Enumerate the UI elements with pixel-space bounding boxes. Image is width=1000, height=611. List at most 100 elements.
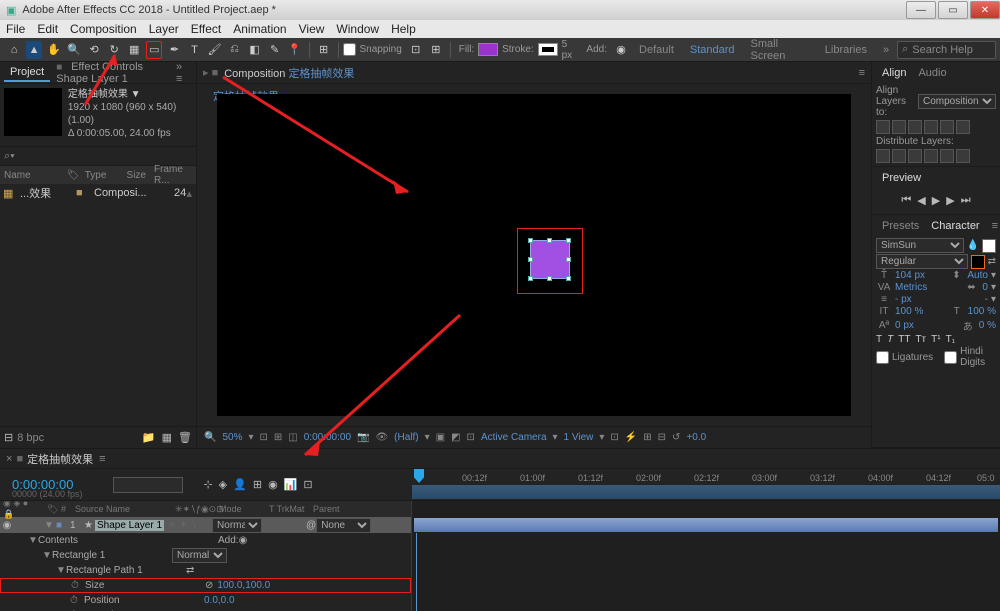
align-bottom-icon[interactable]	[956, 120, 970, 134]
superscript-button[interactable]: T¹	[931, 334, 940, 345]
tab-preview[interactable]: Preview	[876, 170, 927, 186]
reset-exp-icon[interactable]: ↺	[672, 432, 680, 443]
tab-audio[interactable]: Audio	[912, 65, 952, 81]
3d-view-icon[interactable]: ⊡	[467, 432, 475, 443]
composition-viewer[interactable]: 定格抽帧效果	[197, 84, 871, 426]
col-tag-icon[interactable]: 🏷	[63, 170, 81, 181]
leading[interactable]: Auto	[967, 270, 988, 281]
mask-icon[interactable]: ◫	[288, 432, 297, 443]
snapping-checkbox[interactable]	[343, 43, 356, 56]
dist-4[interactable]	[924, 149, 938, 163]
layer-row-1[interactable]: ◉ ▼ ■ 1 ★ Shape Layer 1 ✳ ✶ ∖ Normal @ N…	[0, 517, 411, 533]
snap-edge-icon[interactable]: ⊡	[408, 41, 424, 59]
tracking[interactable]: 0	[982, 282, 988, 293]
kerning[interactable]: Metrics	[895, 282, 927, 293]
col-parent[interactable]: Parent	[310, 504, 343, 514]
comp-flow-icon[interactable]: ⊟	[658, 432, 666, 443]
char-stroke[interactable]: - px	[895, 294, 912, 305]
handle-bl[interactable]	[528, 276, 533, 281]
current-time[interactable]: 0:00:00:00	[304, 432, 351, 443]
stroke-swatch[interactable]	[538, 43, 558, 56]
selection-tool[interactable]: ▲	[26, 41, 42, 59]
parent-pickwhip-icon[interactable]: @	[306, 520, 316, 531]
project-item[interactable]: ▦ ...效果 ■ Composi... 24 ▴	[0, 184, 196, 202]
contents-group[interactable]: Contents	[38, 535, 158, 546]
view-layout-dropdown[interactable]: 1 View	[564, 432, 594, 443]
workspace-default[interactable]: Default	[631, 42, 682, 58]
handle-br[interactable]	[566, 276, 571, 281]
handle-tr[interactable]	[566, 238, 571, 243]
workspace-standard[interactable]: Standard	[682, 42, 743, 58]
search-help-input[interactable]: ⌕ Search Help	[897, 41, 996, 59]
col-name[interactable]: Name	[0, 170, 63, 181]
add-shape-icon[interactable]: ◉	[613, 41, 629, 59]
play-icon[interactable]: ▶	[932, 194, 940, 207]
timeline-tab[interactable]: 定格抽帧效果	[27, 451, 93, 467]
swap-icon[interactable]: ⇄	[988, 256, 996, 267]
menu-composition[interactable]: Composition	[70, 22, 137, 36]
font-size[interactable]: 104 px	[895, 270, 925, 281]
show-snapshot-icon[interactable]: 👁	[375, 432, 388, 443]
dist-3[interactable]	[908, 149, 922, 163]
tab-effect-controls[interactable]: ■ Effect Controls Shape Layer 1	[50, 59, 170, 87]
ligatures-checkbox[interactable]	[876, 351, 889, 364]
search-icon[interactable]: ⌕▾	[4, 150, 15, 163]
roto-tool[interactable]: ✎	[267, 41, 283, 59]
fast-preview-icon[interactable]: ⚡	[625, 432, 637, 443]
hindi-checkbox[interactable]	[944, 351, 957, 364]
clone-tool[interactable]: ⎌	[227, 41, 243, 59]
timeline-tracks[interactable]	[412, 501, 1000, 611]
visibility-toggle[interactable]: ◉	[0, 520, 14, 531]
delete-icon[interactable]: 🗑	[178, 431, 192, 444]
align-right-icon[interactable]	[908, 120, 922, 134]
panel-menu-icon[interactable]: ≡	[859, 67, 865, 79]
last-frame-icon[interactable]: ⏭	[961, 194, 971, 207]
pixel-aspect-icon[interactable]: ⊡	[610, 432, 618, 443]
new-comp-icon[interactable]: ▦	[162, 431, 172, 444]
twirl-icon[interactable]: ▼	[28, 535, 38, 546]
handle-t[interactable]	[547, 238, 552, 243]
subscript-button[interactable]: T₁	[946, 334, 955, 345]
zoom-dropdown[interactable]: 50%	[222, 432, 242, 443]
col-trkmat[interactable]: T TrkMat	[266, 504, 310, 514]
col-type[interactable]: Type	[81, 170, 123, 181]
font-style-dropdown[interactable]: Regular	[876, 254, 968, 269]
close-button[interactable]: ✕	[970, 1, 1000, 19]
fill-color-swatch[interactable]	[982, 239, 996, 253]
minimize-button[interactable]: —	[906, 1, 936, 19]
menu-animation[interactable]: Animation	[233, 22, 286, 36]
menu-layer[interactable]: Layer	[149, 22, 179, 36]
timeline-icon[interactable]: ⊞	[643, 432, 651, 443]
size-property-row[interactable]: ⏱ Size ⊘ 100.0,100.0	[0, 578, 411, 593]
eyedropper-icon[interactable]: 💧	[967, 240, 979, 251]
zoom-tool[interactable]: 🔍	[66, 41, 82, 59]
layer-tab-icon[interactable]: ▸ ■	[203, 66, 218, 79]
magnify-icon[interactable]: 🔍	[204, 432, 216, 443]
new-folder-icon[interactable]: 📁	[142, 431, 156, 444]
align-top-icon[interactable]	[924, 120, 938, 134]
rectangle-tool[interactable]: ▭	[146, 41, 162, 59]
smallcaps-button[interactable]: Tᴛ	[915, 334, 926, 345]
dist-1[interactable]	[876, 149, 890, 163]
panel-menu-icon[interactable]: » ≡	[170, 59, 192, 87]
twirl-icon[interactable]: ▼	[42, 550, 52, 561]
next-frame-icon[interactable]: ▶	[946, 194, 954, 207]
transparency-icon[interactable]: ◩	[451, 432, 460, 443]
bpc-button[interactable]: 8 bpc	[17, 432, 44, 444]
rotate-tool[interactable]: ↻	[106, 41, 122, 59]
maximize-button[interactable]: ▭	[938, 1, 968, 19]
region-icon[interactable]: ▣	[436, 432, 445, 443]
puppet-tool[interactable]: 📍	[287, 41, 303, 59]
layer-name[interactable]: Shape Layer 1	[95, 520, 164, 531]
layer-duration-bar[interactable]	[414, 518, 998, 532]
frame-blend-icon[interactable]: ⊞	[253, 478, 262, 491]
eraser-tool[interactable]: ◧	[247, 41, 263, 59]
comp-thumbnail[interactable]	[4, 88, 62, 136]
handle-r[interactable]	[566, 257, 571, 262]
graph-editor-icon[interactable]: 📊	[284, 478, 298, 491]
col-source-name[interactable]: Source Name	[72, 504, 172, 514]
snapshot-icon[interactable]: 📷	[357, 432, 369, 443]
workspace-libraries[interactable]: Libraries	[817, 42, 875, 58]
comp-mini-flow-icon[interactable]: ⊹	[203, 478, 212, 491]
motion-blur-icon[interactable]: ◉	[268, 478, 278, 491]
